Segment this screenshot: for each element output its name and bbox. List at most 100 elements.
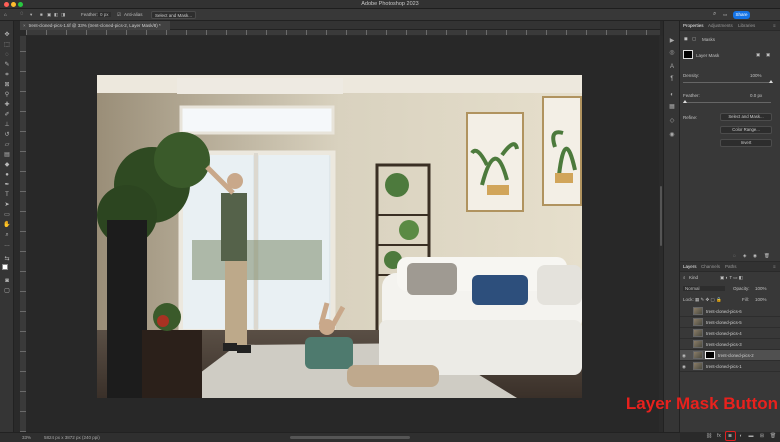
move-tool-icon[interactable]: ✥	[3, 31, 11, 39]
search-icon[interactable]: ⌕	[713, 11, 716, 18]
quick-select-tool-icon[interactable]: ✎	[3, 61, 11, 69]
foreground-color-swatch[interactable]	[2, 264, 8, 270]
layer-visibility-icon[interactable]: ◉	[682, 364, 686, 370]
play-icon[interactable]: ▶	[668, 37, 676, 45]
workspace-icon[interactable]: ▭	[723, 12, 727, 18]
density-slider[interactable]	[683, 80, 773, 83]
history-brush-icon[interactable]: ↺	[3, 131, 11, 139]
crop-tool-icon[interactable]: ⌗	[3, 71, 11, 79]
select-pixel-mask-icon[interactable]: ▣	[756, 52, 760, 58]
blend-mode-select[interactable]: Normal	[683, 286, 725, 291]
layer-style-fx-icon[interactable]: fx	[715, 432, 723, 440]
feather-slider[interactable]	[683, 100, 771, 103]
layer-row[interactable]: ◉ trent-cloned-pics-1	[680, 361, 780, 372]
screen-mode-icon[interactable]: ▢	[3, 287, 11, 295]
scrollbar-thumb[interactable]	[660, 186, 662, 246]
lasso-tool-icon[interactable]: ◌	[20, 11, 24, 17]
adjustments-icon[interactable]: ◐	[668, 91, 676, 99]
chevron-down-icon[interactable]: ▾	[30, 12, 32, 18]
pixel-mask-icon[interactable]: ◼	[684, 36, 688, 42]
apply-mask-icon[interactable]: ◈	[743, 253, 746, 259]
new-layer-icon[interactable]: ⊞	[758, 432, 766, 440]
stamp-tool-icon[interactable]: ⊥	[3, 121, 11, 129]
color-range-button[interactable]: Color Range...	[720, 126, 772, 134]
tab-channels[interactable]: Channels	[701, 264, 720, 269]
healing-tool-icon[interactable]: ✚	[3, 101, 11, 109]
new-selection-icon[interactable]: ■	[40, 12, 43, 17]
select-and-mask-button[interactable]: Select and Mask...	[151, 11, 197, 19]
character-icon[interactable]: A	[668, 63, 676, 71]
blur-tool-icon[interactable]: ◆	[3, 161, 11, 169]
load-selection-icon[interactable]: ◌	[733, 253, 736, 258]
lasso-tool-icon[interactable]: ◌	[3, 51, 11, 59]
trash-icon[interactable]: 🗑	[764, 253, 770, 259]
frame-tool-icon[interactable]: ⊠	[3, 81, 11, 89]
delete-layer-icon[interactable]: 🗑	[769, 432, 777, 440]
density-slider-knob[interactable]	[769, 80, 773, 83]
layers-panel-menu-icon[interactable]: ≡	[773, 264, 776, 269]
adjustment-layer-icon[interactable]: ◐	[737, 432, 745, 440]
feather-value[interactable]: 0.0 px	[750, 93, 762, 98]
dodge-tool-icon[interactable]: ●	[3, 171, 11, 179]
tab-paths[interactable]: Paths	[725, 264, 737, 269]
hand-tool-icon[interactable]: ✋	[3, 221, 11, 229]
layer-row[interactable]: trent-cloned-pics-3	[680, 339, 780, 350]
eyedropper-tool-icon[interactable]: ⚲	[3, 91, 11, 99]
type-tool-icon[interactable]: T	[3, 191, 11, 199]
channels-icon[interactable]: ◉	[668, 131, 676, 139]
share-button[interactable]: Share	[733, 11, 750, 19]
tab-libraries[interactable]: Libraries	[738, 23, 755, 28]
layer-row[interactable]: ◉ trent-cloned-pics-2	[680, 350, 780, 361]
lock-icons[interactable]: ▦ ✎ ✥ ▢ 🔒	[695, 297, 722, 303]
pen-tool-icon[interactable]: ✒	[3, 181, 11, 189]
density-value[interactable]: 100%	[750, 73, 762, 78]
intersect-selection-icon[interactable]: ◨	[61, 12, 65, 18]
zoom-level[interactable]: 33%	[22, 435, 31, 440]
link-layers-icon[interactable]: ⛓	[705, 432, 713, 440]
actions-icon[interactable]: ◎	[668, 49, 676, 57]
gradient-tool-icon[interactable]: ▤	[3, 151, 11, 159]
layer-visibility-icon[interactable]: ◉	[682, 353, 686, 359]
vector-mask-icon[interactable]: ▢	[692, 36, 696, 42]
select-and-mask-panel-button[interactable]: Select and Mask...	[720, 113, 772, 121]
filter-icons[interactable]: ▣ ◐ T ▭ ◧	[720, 275, 743, 281]
visibility-icon[interactable]: ◉	[753, 253, 757, 259]
layer-row[interactable]: trent-cloned-pics-6	[680, 306, 780, 317]
shape-tool-icon[interactable]: ▭	[3, 211, 11, 219]
opacity-value[interactable]: 100%	[755, 286, 767, 291]
quick-mask-icon[interactable]: ◙	[3, 277, 11, 285]
layer-row[interactable]: trent-cloned-pics-5	[680, 317, 780, 328]
marquee-tool-icon[interactable]: ⬚	[3, 41, 11, 49]
swatches-icon[interactable]: ▦	[668, 103, 676, 111]
zoom-tool-icon[interactable]: ⌕	[3, 231, 11, 239]
document-tab[interactable]: × trent-cloned-pics-1.tif @ 33% (trent-cl…	[20, 21, 170, 30]
feather-input[interactable]: 0 px	[98, 12, 111, 17]
close-tab-icon[interactable]: ×	[23, 23, 26, 28]
horizontal-scrollbar[interactable]	[290, 436, 410, 439]
tab-properties[interactable]: Properties	[683, 23, 704, 28]
kind-filter-select[interactable]: Kind	[689, 275, 698, 280]
subtract-selection-icon[interactable]: ◧	[54, 12, 58, 18]
home-icon[interactable]: ⌂	[4, 12, 7, 17]
panel-menu-icon[interactable]: ≡	[773, 23, 776, 28]
add-vector-mask-icon[interactable]: ▣	[766, 52, 770, 58]
new-group-icon[interactable]: ▬	[747, 432, 755, 440]
anti-alias-checkbox[interactable]: ☑	[117, 12, 121, 18]
filter-search-icon[interactable]: ⌕	[683, 275, 686, 280]
shapes-icon[interactable]: ◇	[668, 117, 676, 125]
layer-row[interactable]: trent-cloned-pics-4	[680, 328, 780, 339]
layer-mask-thumbnail[interactable]	[705, 351, 715, 359]
swap-colors-icon[interactable]: ⇆	[3, 255, 11, 263]
feather-slider-knob[interactable]	[683, 100, 687, 103]
invert-button[interactable]: Invert	[720, 139, 772, 147]
paragraph-icon[interactable]: ¶	[668, 75, 676, 83]
fill-value[interactable]: 100%	[755, 297, 767, 302]
add-selection-icon[interactable]: ▣	[47, 12, 51, 18]
more-tools-icon[interactable]: …	[3, 241, 11, 249]
eraser-tool-icon[interactable]: ▱	[3, 141, 11, 149]
tab-adjustments[interactable]: Adjustments	[708, 23, 733, 28]
document-canvas-image[interactable]	[97, 75, 582, 398]
brush-tool-icon[interactable]: ✐	[3, 111, 11, 119]
path-select-tool-icon[interactable]: ➤	[3, 201, 11, 209]
tab-layers[interactable]: Layers	[683, 264, 697, 269]
